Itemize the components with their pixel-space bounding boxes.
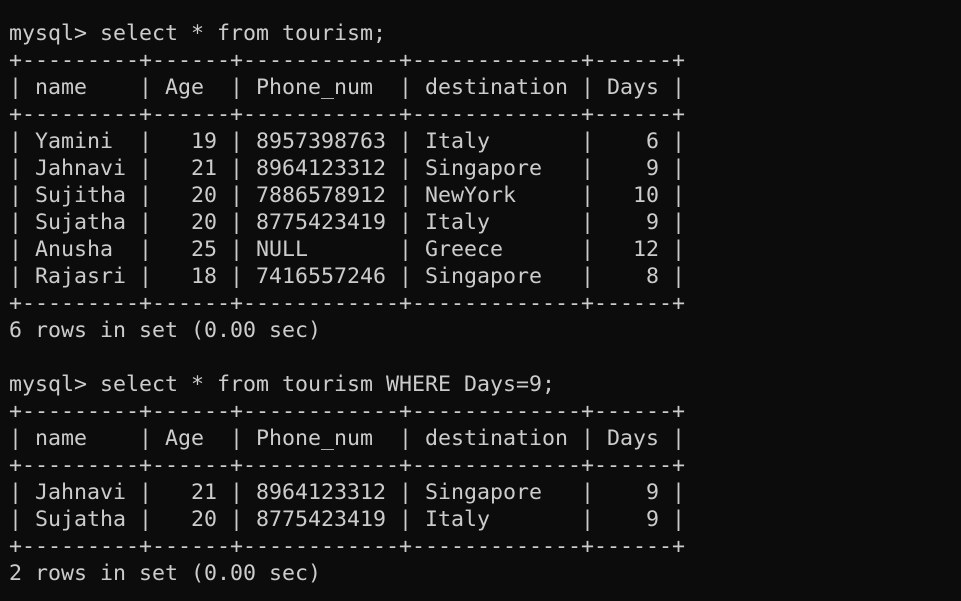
table-border: +---------+------+------------+---------… [9, 102, 686, 127]
table-row: | Jahnavi | 21 | 8964123312 | Singapore … [9, 480, 686, 505]
table-row: | Sujatha | 20 | 8775423419 | Italy | 9 … [9, 507, 686, 532]
table-border: +---------+------+------------+---------… [9, 48, 686, 73]
table-border: +---------+------+------------+---------… [9, 399, 686, 424]
terminal-output[interactable]: mysql> select * from tourism; +---------… [9, 20, 954, 587]
query-prompt-line: mysql> select * from tourism WHERE Days=… [9, 372, 556, 397]
row-count-status: 2 rows in set (0.00 sec) [9, 561, 322, 586]
table-row: | Yamini | 19 | 8957398763 | Italy | 6 | [9, 129, 686, 154]
row-count-status: 6 rows in set (0.00 sec) [9, 318, 322, 343]
table-row: | Sujitha | 20 | 7886578912 | NewYork | … [9, 183, 686, 208]
table-border: +---------+------+------------+---------… [9, 453, 686, 478]
table-row: | Jahnavi | 21 | 8964123312 | Singapore … [9, 156, 686, 181]
table-row: | Anusha | 25 | NULL | Greece | 12 | [9, 237, 686, 262]
table-row: | Rajasri | 18 | 7416557246 | Singapore … [9, 264, 686, 289]
table-border: +---------+------+------------+---------… [9, 534, 686, 559]
query-prompt-line: mysql> select * from tourism; [9, 21, 387, 46]
table-header-row: | name | Age | Phone_num | destination |… [9, 426, 686, 451]
table-row: | Sujatha | 20 | 8775423419 | Italy | 9 … [9, 210, 686, 235]
table-header-row: | name | Age | Phone_num | destination |… [9, 75, 686, 100]
table-border: +---------+------+------------+---------… [9, 291, 686, 316]
